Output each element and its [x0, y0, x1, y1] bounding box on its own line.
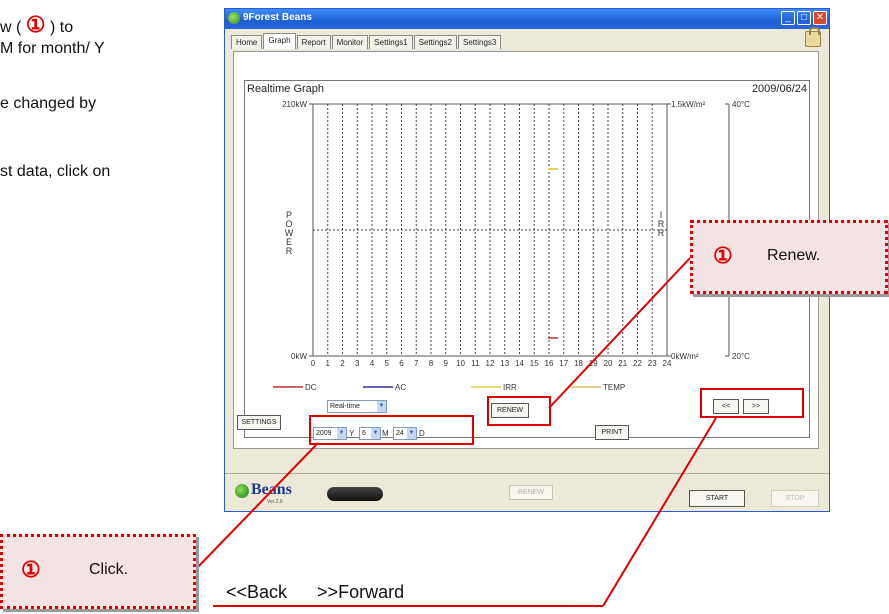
hour-tick-label: 8: [429, 359, 434, 368]
doc-text-line-4: st data, click on: [0, 163, 111, 180]
doc-text-line-3: e changed by: [0, 95, 97, 112]
tab-graph[interactable]: Graph: [263, 33, 296, 49]
mode-select-value: Real-time: [330, 403, 360, 410]
version-label: Ver.2.0: [267, 499, 283, 505]
minimize-button[interactable]: _: [781, 11, 795, 25]
hour-tick-label: 4: [370, 359, 375, 368]
tab-monitor[interactable]: Monitor: [331, 35, 369, 49]
left-max-label: 210kW: [282, 100, 307, 109]
hour-tick-label: 9: [444, 359, 449, 368]
tab-report[interactable]: Report: [296, 35, 331, 49]
hour-tick-label: 17: [559, 359, 568, 368]
legend-label: DC: [305, 383, 317, 392]
tab-bar: Home Graph Report Monitor Settings1 Sett…: [231, 33, 502, 51]
circled-one-marker: ①: [21, 557, 41, 582]
click-callout: ① Click.: [0, 534, 196, 609]
lock-icon[interactable]: [805, 27, 821, 47]
maximize-button[interactable]: □: [797, 11, 811, 25]
vertical-gridlines: [327, 104, 653, 356]
circled-one-marker: ①: [25, 12, 46, 37]
legend-label: IRR: [503, 383, 517, 392]
hour-tick-label: 3: [355, 359, 360, 368]
left-min-label: 0kW: [291, 352, 307, 361]
doc-text-fragment: ) to: [49, 19, 74, 36]
irr-axis-label: IRR: [658, 210, 665, 238]
hour-tick-label: 16: [545, 359, 554, 368]
hour-tick-label: 19: [589, 359, 598, 368]
tab-settings2[interactable]: Settings2: [413, 35, 457, 49]
hour-tick-label: 12: [486, 359, 495, 368]
hour-tick-label: 20: [604, 359, 613, 368]
start-button[interactable]: START: [689, 490, 745, 507]
tab-settings3[interactable]: Settings3: [458, 35, 502, 49]
hour-tick-label: 10: [456, 359, 465, 368]
tab-settings1[interactable]: Settings1: [369, 35, 413, 49]
power-axis-label: POWER: [285, 210, 294, 256]
axis-label-letter: R: [658, 228, 665, 238]
back-forward-caption: <<Back >>Forward: [226, 582, 405, 602]
hour-tick-label: 22: [633, 359, 642, 368]
hour-tick-label: 14: [515, 359, 524, 368]
hour-tick-label: 2: [340, 359, 345, 368]
close-button[interactable]: ✕: [813, 11, 827, 25]
beans-logo-text: Beans: [251, 481, 292, 498]
mode-select[interactable]: Real-time ▼: [327, 400, 387, 413]
hour-tick-label: 1: [326, 359, 331, 368]
date-selector-highlight: [309, 415, 474, 445]
graph-legend: DC AC IRR TEMP: [273, 383, 625, 392]
hour-tick-label: 6: [399, 359, 404, 368]
status-divider: [225, 473, 829, 474]
legend-label: AC: [395, 383, 406, 392]
right-max-label: 1.5kW/m²: [671, 100, 706, 109]
beans-logo-icon: [235, 484, 249, 498]
circled-one-marker: ①: [713, 243, 733, 268]
hour-tick-label: 5: [385, 359, 390, 368]
click-callout-text: Click.: [89, 561, 129, 578]
renew-callout: ① Renew.: [690, 220, 888, 294]
hour-tick-label: 18: [574, 359, 583, 368]
hour-tick-label: 23: [648, 359, 657, 368]
axis-label-letter: R: [286, 246, 293, 256]
hour-tick-label: 0: [311, 359, 316, 368]
hour-tick-label: 15: [530, 359, 539, 368]
chevron-down-icon: ▼: [377, 401, 386, 412]
app-leaf-icon: [228, 12, 240, 24]
stop-button[interactable]: STOP: [771, 490, 819, 507]
renew-callout-text: Renew.: [767, 247, 821, 264]
doc-text-line-2: M for month/ Y: [0, 40, 105, 57]
status-indicator: [327, 487, 383, 501]
hour-tick-label: 11: [471, 359, 480, 368]
temp-max-label: 40°C: [732, 100, 750, 109]
settings-button[interactable]: SETTINGS: [237, 415, 281, 430]
doc-text-line-1: w ( ① ) to: [0, 12, 73, 38]
back-forward-highlight: [700, 388, 804, 418]
hour-tick-label: 13: [500, 359, 509, 368]
doc-text-fragment: w (: [0, 19, 22, 36]
hour-tick-label: 7: [414, 359, 419, 368]
title-bar: 9Forest Beans _ □ ✕: [225, 9, 829, 29]
tab-home[interactable]: Home: [231, 35, 263, 49]
renew-disabled-button[interactable]: RENEW: [509, 485, 553, 500]
right-min-label: 0kW/m²: [671, 352, 699, 361]
renew-highlight: [487, 396, 551, 426]
legend-label: TEMP: [603, 383, 625, 392]
window-title: 9Forest Beans: [243, 12, 312, 23]
temp-min-label: 20°C: [732, 352, 750, 361]
hour-tick-label: 24: [663, 359, 672, 368]
print-button[interactable]: PRINT: [595, 425, 629, 440]
hour-tick-labels: 0 1 2 3 4 5 6 7 8 9 10 11 12 13 14 15 16 17 18 19 20 21 22 23 24: [311, 359, 672, 368]
hour-tick-label: 21: [618, 359, 627, 368]
